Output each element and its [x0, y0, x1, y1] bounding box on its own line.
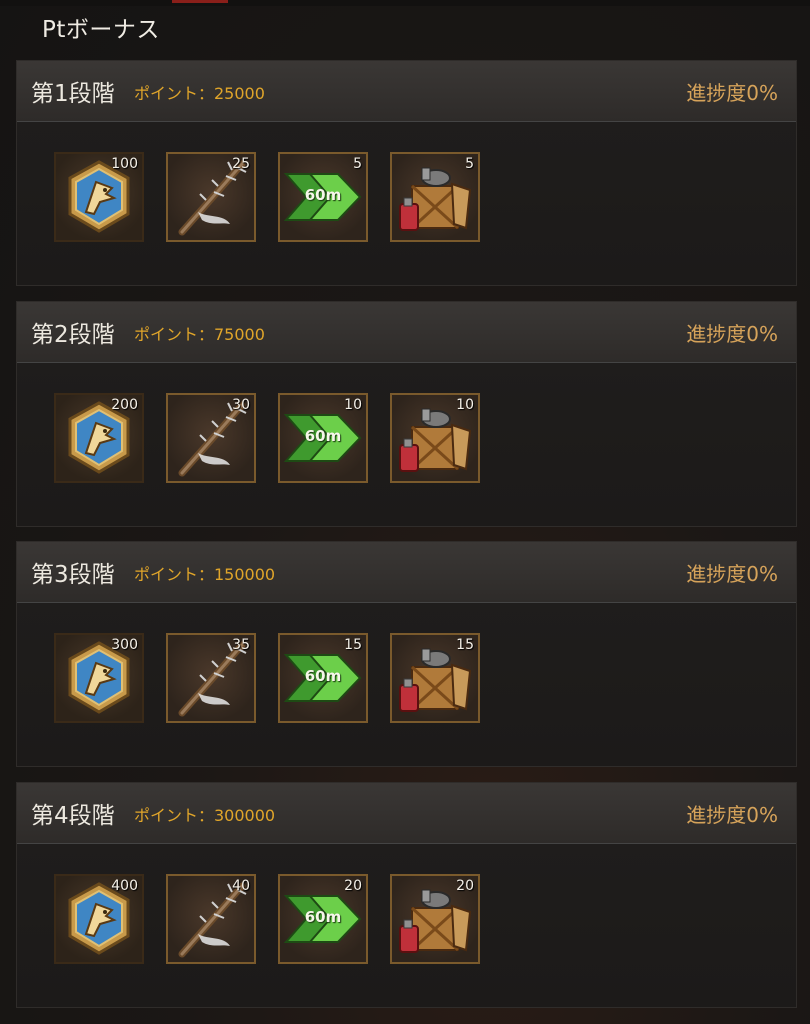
stage-points: ポイント：75000 — [134, 325, 265, 344]
reward-count: 35 — [232, 637, 250, 653]
reward-count: 5 — [353, 156, 362, 172]
reward-count: 15 — [456, 637, 474, 653]
stage-points: ポイント：150000 — [134, 565, 276, 584]
reward-count: 15 — [344, 637, 362, 653]
stage-progress: 進捗度0% — [686, 803, 778, 827]
stage-card-2: 第2段階 ポイント：75000 進捗度0% 200 30 60m 10 10 — [16, 301, 797, 527]
page-title: Ptボーナス — [42, 17, 160, 43]
reward-count: 10 — [344, 397, 362, 413]
stage-card-3: 第3段階 ポイント：150000 進捗度0% 300 35 60m 15 15 — [16, 541, 797, 767]
speedup-duration-label: 60m — [304, 427, 342, 445]
reward-item[interactable]: 20 — [390, 874, 480, 964]
reward-item[interactable]: 400 — [54, 874, 144, 964]
reward-item[interactable]: 35 — [166, 633, 256, 723]
reward-item[interactable]: 100 — [54, 152, 144, 242]
stage-card-4: 第4段階 ポイント：300000 進捗度0% 400 40 60m 20 20 — [16, 782, 797, 1008]
reward-count: 30 — [232, 397, 250, 413]
reward-item[interactable]: 10 — [390, 393, 480, 483]
reward-item[interactable]: 25 — [166, 152, 256, 242]
reward-item[interactable]: 300 — [54, 633, 144, 723]
reward-item[interactable]: 60m 15 — [278, 633, 368, 723]
reward-item[interactable]: 60m 20 — [278, 874, 368, 964]
reward-count: 100 — [111, 156, 138, 172]
reward-item[interactable]: 60m 10 — [278, 393, 368, 483]
reward-item[interactable]: 200 — [54, 393, 144, 483]
reward-count: 5 — [465, 156, 474, 172]
speedup-duration-label: 60m — [304, 186, 342, 204]
top-accent — [172, 0, 228, 3]
reward-count: 20 — [456, 878, 474, 894]
stage-header: 第4段階 ポイント：300000 進捗度0% — [17, 783, 796, 844]
stage-points: ポイント：300000 — [134, 806, 276, 825]
stage-name: 第2段階 — [31, 322, 115, 348]
reward-count: 40 — [232, 878, 250, 894]
stage-name: 第1段階 — [31, 81, 115, 107]
stage-header: 第2段階 ポイント：75000 進捗度0% — [17, 302, 796, 363]
stage-points: ポイント：25000 — [134, 84, 265, 103]
reward-count: 300 — [111, 637, 138, 653]
stage-header: 第1段階 ポイント：25000 進捗度0% — [17, 61, 796, 122]
stage-header: 第3段階 ポイント：150000 進捗度0% — [17, 542, 796, 603]
stage-name: 第3段階 — [31, 562, 115, 588]
top-bar — [0, 0, 810, 6]
reward-count: 10 — [456, 397, 474, 413]
stage-progress: 進捗度0% — [686, 322, 778, 346]
stage-name: 第4段階 — [31, 803, 115, 829]
reward-item[interactable]: 60m 5 — [278, 152, 368, 242]
reward-item[interactable]: 40 — [166, 874, 256, 964]
reward-count: 200 — [111, 397, 138, 413]
reward-count: 20 — [344, 878, 362, 894]
reward-item[interactable]: 30 — [166, 393, 256, 483]
stage-card-1: 第1段階 ポイント：25000 進捗度0% 100 25 60m 5 5 — [16, 60, 797, 286]
reward-item[interactable]: 15 — [390, 633, 480, 723]
reward-item[interactable]: 5 — [390, 152, 480, 242]
reward-count: 25 — [232, 156, 250, 172]
speedup-duration-label: 60m — [304, 908, 342, 926]
speedup-duration-label: 60m — [304, 667, 342, 685]
stage-progress: 進捗度0% — [686, 81, 778, 105]
reward-count: 400 — [111, 878, 138, 894]
stage-progress: 進捗度0% — [686, 562, 778, 586]
